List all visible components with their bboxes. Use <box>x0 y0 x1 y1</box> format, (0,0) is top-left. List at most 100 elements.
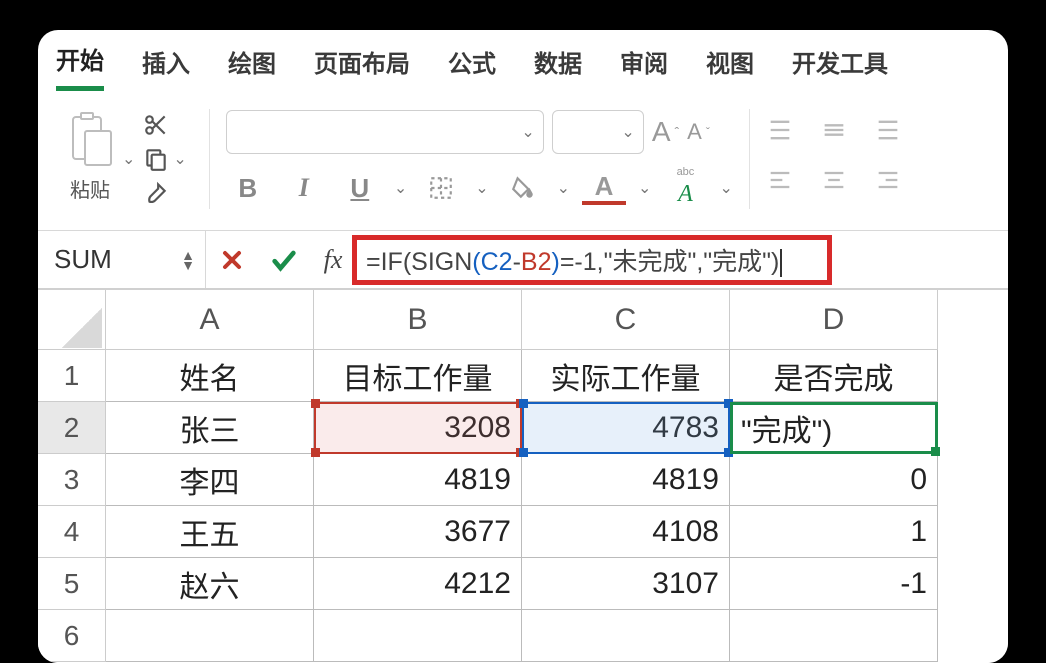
phonetic-abc: abc <box>677 166 695 178</box>
chevron-down-icon[interactable]: ⌄ <box>394 178 407 198</box>
spreadsheet-grid[interactable]: A B C D 1 2 3 4 5 6 姓名 目标工作量 实际工作量 是否完成 … <box>38 290 1008 663</box>
cancel-button[interactable] <box>206 231 258 288</box>
paste-label: 粘贴 <box>70 174 110 203</box>
cell-B2[interactable]: 3208 <box>314 402 522 454</box>
cell-D2-editing[interactable]: "完成") <box>730 402 938 454</box>
increase-font-button[interactable]: Aˆ <box>652 116 679 148</box>
row-header-5[interactable]: 5 <box>38 558 106 610</box>
alignment-group <box>766 116 910 202</box>
align-middle-button[interactable] <box>820 116 856 152</box>
app-window: 开始 插入 绘图 页面布局 公式 数据 审阅 视图 开发工具 粘贴 ⌄ <box>38 30 1008 663</box>
chevron-down-icon[interactable]: ⌄ <box>557 178 570 198</box>
formula-text: =IF(SIGN(C2-B2)=-1,"未完成","完成") <box>366 242 782 278</box>
cell-A5[interactable]: 赵六 <box>106 558 314 610</box>
align-left-button[interactable] <box>766 166 802 202</box>
border-button[interactable] <box>419 168 463 208</box>
spinner-down-icon: ▼ <box>181 260 195 270</box>
align-center-button[interactable] <box>820 166 856 202</box>
enter-button[interactable] <box>258 231 310 288</box>
group-divider <box>209 109 210 209</box>
copy-icon <box>143 146 169 172</box>
chevron-down-icon: ⌄ <box>173 149 186 169</box>
cell-C2[interactable]: 4783 <box>522 402 730 454</box>
paste-button[interactable]: 粘贴 <box>66 116 114 203</box>
underline-button[interactable]: U <box>338 168 382 208</box>
cell-A1[interactable]: 姓名 <box>106 350 314 402</box>
row-header-1[interactable]: 1 <box>38 350 106 402</box>
font-size-select[interactable]: ⌄ <box>552 110 644 154</box>
chevron-down-icon[interactable]: ⌄ <box>475 178 488 198</box>
cell-C1[interactable]: 实际工作量 <box>522 350 730 402</box>
chevron-down-icon[interactable]: ⌄ <box>719 178 732 198</box>
cell-D6[interactable] <box>730 610 938 662</box>
chevron-down-icon: ⌄ <box>621 122 634 142</box>
cell-A2[interactable]: 张三 <box>106 402 314 454</box>
fill-color-button[interactable] <box>501 168 545 208</box>
row-header-2[interactable]: 2 <box>38 402 106 454</box>
paste-dropdown-icon[interactable]: ⌄ <box>122 149 135 169</box>
font-name-select[interactable]: ⌄ <box>226 110 544 154</box>
bold-button[interactable]: B <box>226 168 270 208</box>
name-box-value: SUM <box>54 244 112 275</box>
border-icon <box>428 175 454 201</box>
chevron-down-icon[interactable]: ⌄ <box>638 178 651 198</box>
cell-C4[interactable]: 4108 <box>522 506 730 558</box>
italic-button[interactable]: I <box>282 168 326 208</box>
cell-D5[interactable]: -1 <box>730 558 938 610</box>
fx-label[interactable]: fx <box>310 245 356 275</box>
col-header-C[interactable]: C <box>522 290 730 350</box>
cell-C5[interactable]: 3107 <box>522 558 730 610</box>
cell-C3[interactable]: 4819 <box>522 454 730 506</box>
row-header-6[interactable]: 6 <box>38 610 106 662</box>
font-color-button[interactable]: A <box>582 171 626 205</box>
tab-insert[interactable]: 插入 <box>142 44 190 89</box>
align-right-button[interactable] <box>874 166 910 202</box>
row-header-3[interactable]: 3 <box>38 454 106 506</box>
tab-developer[interactable]: 开发工具 <box>792 44 888 89</box>
cell-D3[interactable]: 0 <box>730 454 938 506</box>
align-bottom-button[interactable] <box>874 116 910 152</box>
formula-input[interactable]: =IF(SIGN(C2-B2)=-1,"未完成","完成") <box>356 231 1008 288</box>
tab-view[interactable]: 视图 <box>706 44 754 89</box>
row-headers: 1 2 3 4 5 6 <box>38 350 106 662</box>
tab-formulas[interactable]: 公式 <box>448 44 496 89</box>
chevron-down-icon: ⌄ <box>521 122 534 142</box>
cut-button[interactable] <box>143 112 169 138</box>
x-icon <box>220 248 244 272</box>
phonetic-button[interactable]: abc A <box>663 168 707 208</box>
select-all-corner[interactable] <box>38 290 106 350</box>
cell-D4[interactable]: 1 <box>730 506 938 558</box>
cell-B6[interactable] <box>314 610 522 662</box>
ribbon-tabs: 开始 插入 绘图 页面布局 公式 数据 审阅 视图 开发工具 <box>38 30 1008 90</box>
cell-B4[interactable]: 3677 <box>314 506 522 558</box>
cell-D2-value: "完成") <box>741 406 832 450</box>
tab-draw[interactable]: 绘图 <box>228 44 276 89</box>
cell-B3[interactable]: 4819 <box>314 454 522 506</box>
cell-A6[interactable] <box>106 610 314 662</box>
cell-A4[interactable]: 王五 <box>106 506 314 558</box>
col-header-D[interactable]: D <box>730 290 938 350</box>
name-box-spinner[interactable]: ▲ ▼ <box>181 250 195 270</box>
cell-B5[interactable]: 4212 <box>314 558 522 610</box>
align-top-button[interactable] <box>766 116 802 152</box>
tab-review[interactable]: 审阅 <box>620 44 668 89</box>
cell-A3[interactable]: 李四 <box>106 454 314 506</box>
group-divider <box>749 109 750 209</box>
tab-home[interactable]: 开始 <box>56 41 104 91</box>
format-painter-button[interactable] <box>143 180 169 206</box>
brush-icon <box>143 180 169 206</box>
tab-pagelayout[interactable]: 页面布局 <box>314 44 410 89</box>
col-header-B[interactable]: B <box>314 290 522 350</box>
name-box[interactable]: SUM ▲ ▼ <box>38 231 206 288</box>
cell-B1[interactable]: 目标工作量 <box>314 350 522 402</box>
cell-C6[interactable] <box>522 610 730 662</box>
tab-data[interactable]: 数据 <box>534 44 582 89</box>
decrease-font-button[interactable]: Aˇ <box>687 119 710 145</box>
col-header-A[interactable]: A <box>106 290 314 350</box>
row-header-4[interactable]: 4 <box>38 506 106 558</box>
cell-D1[interactable]: 是否完成 <box>730 350 938 402</box>
cell-area: 姓名 目标工作量 实际工作量 是否完成 张三 3208 4783 李四 4819… <box>106 350 938 662</box>
copy-button[interactable]: ⌄ <box>143 146 186 172</box>
paste-icon <box>66 116 114 170</box>
ribbon-toolbar: 粘贴 ⌄ ⌄ <box>38 90 1008 230</box>
